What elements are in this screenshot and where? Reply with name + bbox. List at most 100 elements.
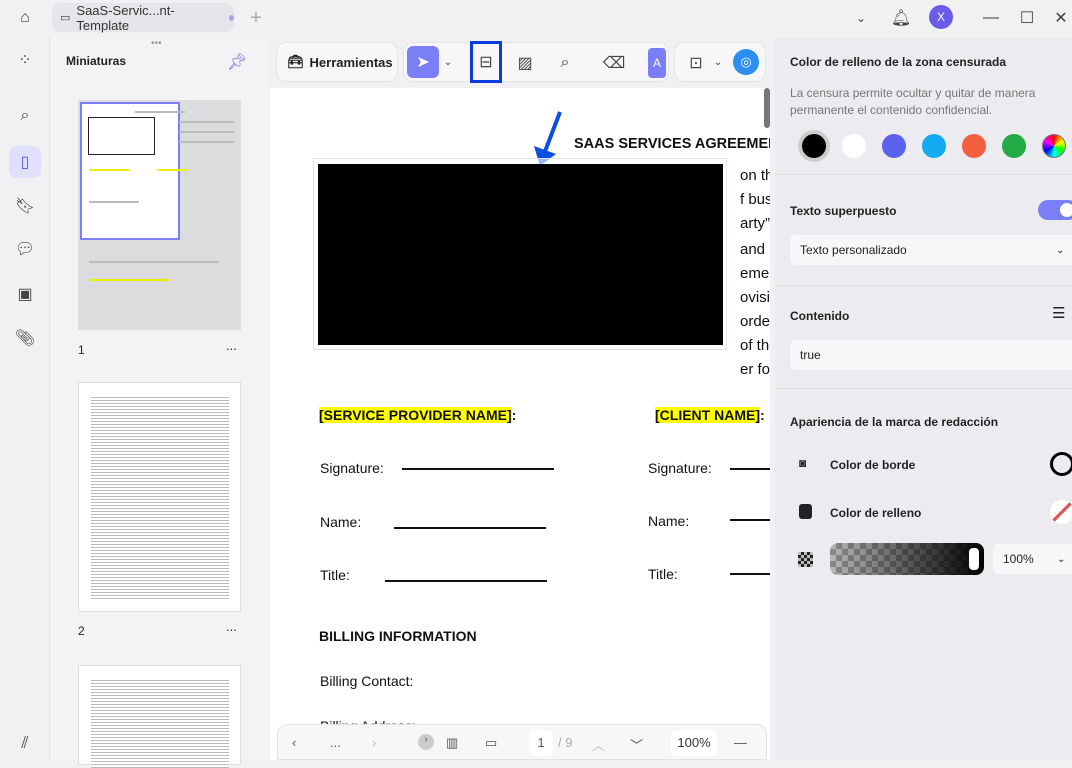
more-icon[interactable]: ... — [330, 735, 341, 750]
page-navigation-bar: ‹ ... › › ▥ ▭ 1 / 9 ︿ ﹀ 100% — — [277, 724, 767, 760]
color-swatch-orange[interactable] — [962, 134, 986, 158]
bell-icon[interactable]: 🔔︎ — [890, 6, 912, 30]
maximize-icon[interactable]: ☐ — [1016, 6, 1038, 30]
body-text: on this | — [740, 167, 770, 184]
page-menu-icon[interactable]: ... — [226, 338, 237, 353]
comment-icon[interactable]: 💬︎ — [9, 233, 41, 265]
chevron-down-icon[interactable]: ⌄ — [441, 51, 455, 73]
signature-label: Signature: — [320, 460, 384, 476]
overlay-text-title: Texto superpuesto — [790, 204, 897, 218]
toolbar: 🧰︎ Herramientas ➤ ⌄ ⊟ ▨ ⌕ ⌫ A ⊡ ⌄ ◎ — [276, 40, 770, 84]
redact-text-icon[interactable]: ⊟ — [470, 41, 502, 83]
color-swatch-cyan[interactable] — [922, 134, 946, 158]
tools-label: Herramientas — [309, 54, 393, 70]
fill-description: La censura permite ocultar y quitar de m… — [790, 86, 1036, 117]
body-text: f busine — [740, 191, 770, 208]
name-label: Name: — [320, 514, 362, 530]
search-icon[interactable]: ⌕ — [9, 100, 41, 132]
body-text: ovisions c — [740, 289, 770, 306]
drag-handle[interactable]: ••• — [151, 38, 162, 49]
content-input[interactable]: true — [790, 340, 1072, 370]
thumbnails-icon[interactable]: ▯ — [9, 146, 41, 178]
body-text: arty” or — [740, 215, 770, 232]
bookmark-icon[interactable]: 🔖︎ — [9, 190, 41, 222]
border-color-label: Color de borde — [830, 458, 916, 472]
expand-icon[interactable]: › — [418, 734, 434, 750]
back-icon[interactable]: ‹ — [292, 735, 296, 750]
title-bar: ⌂ ▭ SaaS-Servic...nt-Template + ⌄ 🔔︎ X —… — [0, 0, 1072, 36]
scrollbar[interactable] — [764, 88, 770, 128]
forward-icon[interactable]: › — [372, 735, 376, 750]
page-number: 2 — [78, 624, 85, 638]
ai-assistant-icon[interactable]: ◎ — [733, 49, 759, 75]
panel-title: Miniaturas — [66, 54, 127, 68]
two-page-view-icon[interactable]: ▥ — [446, 735, 458, 751]
content-title: Contenido — [790, 309, 850, 323]
provider-name: [SERVICE PROVIDER NAME] — [319, 407, 512, 423]
client-name: [CLIENT NAME] — [655, 407, 760, 423]
overlay-text-select[interactable]: Texto personalizado ⌄ — [790, 235, 1072, 265]
minimize-icon[interactable]: — — [980, 6, 1002, 30]
overlay-text-toggle[interactable] — [1038, 200, 1072, 220]
body-text: order fo — [740, 313, 770, 330]
body-text: er form — [740, 361, 770, 378]
chevron-down-icon[interactable]: ⌄ — [711, 51, 725, 73]
chevron-down-icon[interactable]: ⌄ — [850, 6, 872, 30]
monitor-icon: ▭ — [60, 12, 71, 24]
billing-heading: BILLING INFORMATION — [319, 628, 477, 644]
ai-text-button[interactable]: A — [648, 48, 666, 78]
page-number-input[interactable]: 1 — [529, 730, 553, 756]
close-icon[interactable]: ✕ — [1050, 6, 1072, 30]
page-thumbnail-3[interactable] — [78, 665, 241, 768]
stamp-icon[interactable]: ▣ — [9, 278, 41, 310]
opacity-icon — [798, 552, 813, 567]
custom-color-picker[interactable] — [1042, 134, 1066, 158]
redaction-box[interactable] — [318, 164, 723, 345]
fill-color-swatch[interactable] — [1050, 500, 1072, 524]
presentation-icon[interactable]: ▭ — [485, 735, 497, 751]
document-tab[interactable]: ▭ SaaS-Servic...nt-Template — [52, 2, 234, 33]
fill-color-icon — [799, 504, 812, 519]
title-label: Title: — [648, 566, 678, 582]
opacity-select[interactable]: 100% ⌄ — [993, 544, 1072, 574]
home-icon[interactable]: ⌂ — [12, 6, 38, 30]
avatar[interactable]: X — [929, 5, 953, 29]
tab-title: SaaS-Servic...nt-Template — [76, 2, 175, 33]
attachment-icon[interactable]: 📎︎ — [9, 322, 41, 354]
unsaved-dot — [228, 14, 234, 21]
color-swatch-blue[interactable] — [882, 134, 906, 158]
previous-page-icon[interactable]: ︿ — [592, 735, 605, 754]
redact-area-icon[interactable]: ▨ — [511, 49, 539, 77]
page-thumbnail-2[interactable] — [78, 382, 241, 612]
body-text: and Co — [740, 241, 770, 258]
toolbox-icon: 🧰︎ — [287, 54, 304, 69]
name-label: Name: — [648, 513, 690, 529]
new-tab-icon[interactable]: + — [244, 6, 268, 30]
page-menu-icon[interactable]: ... — [226, 619, 237, 634]
zoom-out-icon[interactable]: — — [734, 735, 747, 750]
settings-sliders-icon[interactable]: ☰ — [1052, 304, 1065, 322]
chevron-down-icon: ⌄ — [1057, 553, 1066, 565]
fill-section-title: Color de relleno de la zona censurada — [790, 55, 1007, 69]
erase-icon[interactable]: ⌫ — [600, 49, 628, 77]
pin-icon[interactable]: 📌︎ — [227, 52, 247, 72]
redaction-properties-panel: Color de relleno de la zona censurada La… — [775, 38, 1072, 760]
tools-button[interactable]: 🧰︎ Herramientas — [276, 42, 398, 82]
color-swatch-black[interactable] — [802, 134, 826, 158]
opacity-value: 100% — [1003, 552, 1034, 566]
page-total: / 9 — [558, 735, 573, 750]
select-cursor-icon[interactable]: ➤ — [407, 46, 439, 78]
apps-icon[interactable]: ⁘ — [9, 44, 41, 76]
page-number: 1 — [78, 343, 85, 357]
next-page-icon[interactable]: ﹀ — [630, 735, 643, 754]
opacity-slider[interactable] — [830, 543, 984, 575]
search-redact-icon[interactable]: ⌕ — [551, 49, 579, 77]
zoom-level[interactable]: 100% — [671, 730, 717, 756]
color-swatch-green[interactable] — [1002, 134, 1026, 158]
document-title: SAAS SERVICES AGREEMENT — [574, 136, 770, 152]
save-icon[interactable]: ⊡ — [683, 49, 709, 77]
border-color-swatch[interactable] — [1050, 452, 1072, 476]
page-thumbnail-1[interactable] — [78, 100, 241, 330]
sidebar-toggle-icon[interactable]: ⫽ — [9, 728, 41, 760]
color-swatch-white[interactable] — [842, 134, 866, 158]
